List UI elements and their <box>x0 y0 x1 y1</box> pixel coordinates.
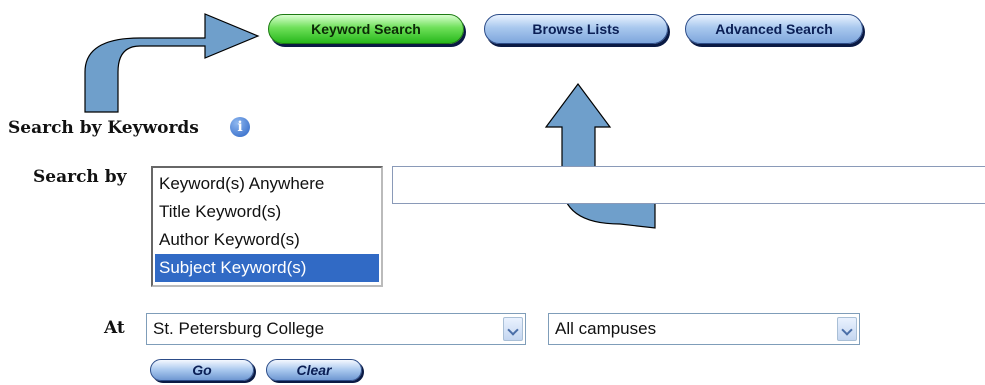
info-icon[interactable]: i <box>230 117 250 137</box>
option-subject-keyword[interactable]: Subject Keyword(s) <box>155 254 379 282</box>
clear-button[interactable]: Clear <box>266 359 362 381</box>
library-select[interactable]: St. Petersburg College <box>146 313 526 345</box>
search-by-label: Search by <box>33 167 127 187</box>
page-title: Search by Keywords <box>8 118 199 138</box>
campus-select-value: All campuses <box>555 319 657 338</box>
library-select-value: St. Petersburg College <box>153 319 325 338</box>
curved-arrow-to-keyword-search <box>84 13 260 113</box>
tab-keyword-search[interactable]: Keyword Search <box>268 14 464 44</box>
search-by-listbox[interactable]: Keyword(s) Anywhere Title Keyword(s) Aut… <box>151 166 383 287</box>
chevron-down-icon[interactable] <box>837 317 857 341</box>
at-label: At <box>104 318 125 338</box>
tab-browse-lists[interactable]: Browse Lists <box>484 14 668 44</box>
option-title-keyword[interactable]: Title Keyword(s) <box>155 198 379 226</box>
go-button[interactable]: Go <box>150 359 254 381</box>
curved-arrow-to-browse-lists <box>544 82 656 229</box>
search-input[interactable] <box>392 166 985 204</box>
campus-select[interactable]: All campuses <box>548 313 860 345</box>
chevron-down-icon[interactable] <box>503 317 523 341</box>
option-author-keyword[interactable]: Author Keyword(s) <box>155 226 379 254</box>
tab-advanced-search[interactable]: Advanced Search <box>685 14 863 44</box>
option-keyword-anywhere[interactable]: Keyword(s) Anywhere <box>155 170 379 198</box>
